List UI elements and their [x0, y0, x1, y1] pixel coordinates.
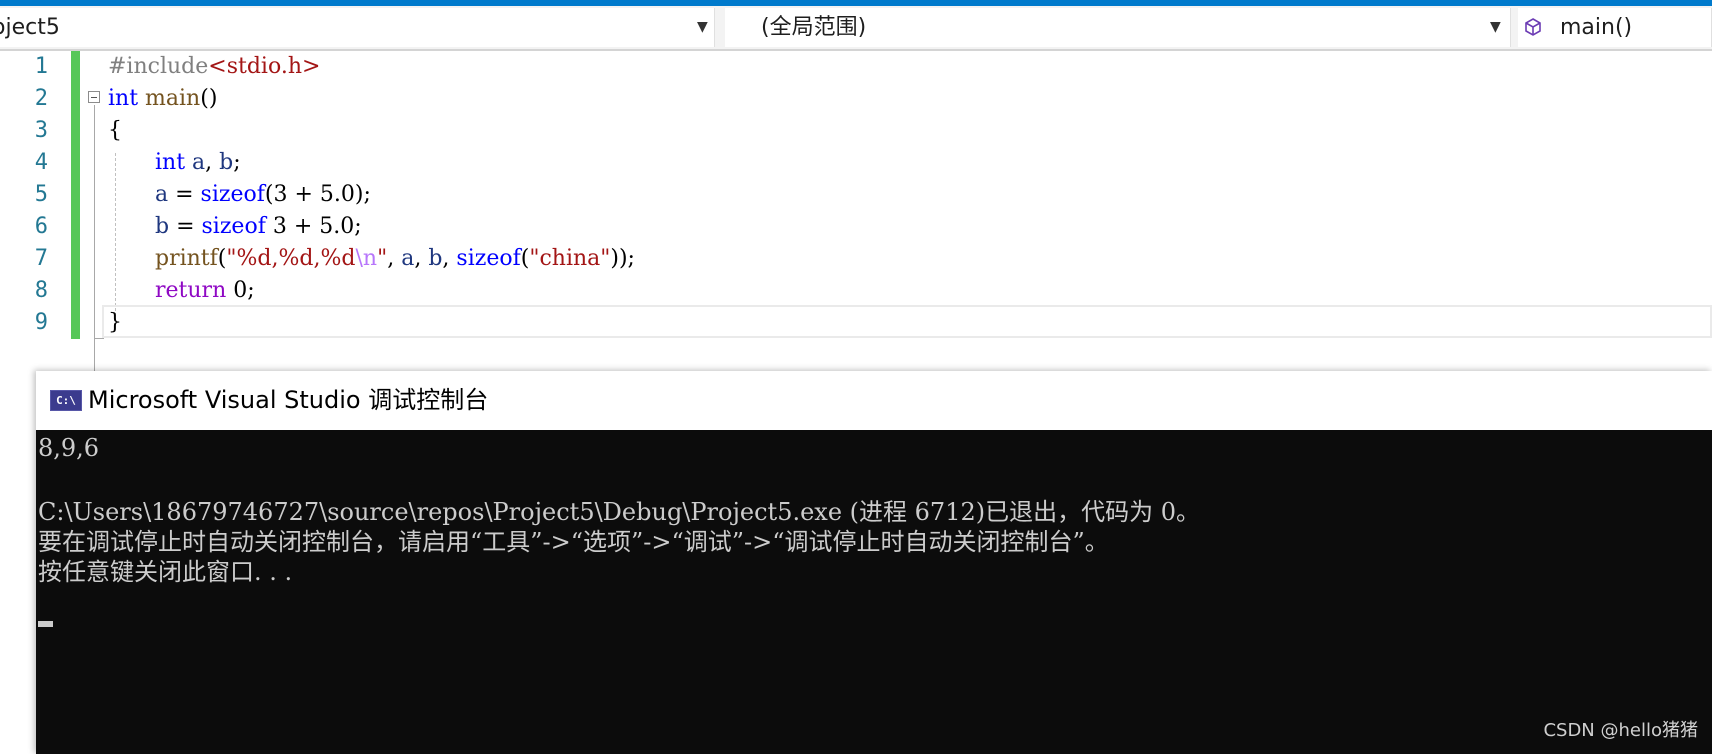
expression: 0; — [226, 278, 255, 303]
collapse-toggle-icon[interactable] — [88, 91, 100, 103]
console-titlebar[interactable]: C:\ Microsoft Visual Studio 调试控制台 — [36, 371, 1712, 430]
keyword: int — [108, 86, 139, 111]
line-number: 1 — [34, 54, 48, 79]
variable: b — [428, 246, 443, 271]
fold-guide — [94, 105, 95, 391]
string-literal: " — [377, 246, 388, 271]
console-output-line: 按任意键关闭此窗口. . . — [38, 558, 293, 586]
variable: b — [219, 150, 234, 175]
project-dropdown[interactable]: oject5 ▼ — [0, 8, 715, 47]
string-literal: "%d,%d,%d — [226, 246, 356, 271]
code-line-6[interactable]: b = sizeof 3 + 5.0; — [155, 211, 362, 243]
editor-navigation-bar: oject5 ▼ (全局范围) ▼ main() — [0, 6, 1712, 51]
brace: { — [108, 118, 122, 143]
console-output-line: 8,9,6 — [38, 434, 100, 462]
line-number: 3 — [34, 118, 48, 143]
scope-dropdown[interactable]: (全局范围) ▼ — [725, 8, 1511, 47]
watermark: CSDN @hello猪猪 — [1543, 720, 1698, 741]
punctuation: , — [387, 246, 402, 271]
code-line-2[interactable]: int main() — [108, 83, 217, 115]
line-number: 7 — [34, 246, 48, 271]
punctuation: , — [442, 246, 457, 271]
console-output-area[interactable]: 8,9,6 C:\Users\18679746727\source\repos\… — [36, 430, 1712, 754]
variable: a — [155, 182, 169, 207]
punctuation: ; — [233, 150, 241, 175]
punctuation: , — [414, 246, 429, 271]
console-app-icon: C:\ — [50, 390, 82, 411]
code-line-4[interactable]: int a, b; — [155, 147, 241, 179]
function-cube-icon — [1525, 18, 1541, 36]
line-number: 6 — [34, 214, 48, 239]
line-number: 5 — [34, 182, 48, 207]
expression: (3 + 5.0); — [264, 182, 371, 207]
line-number: 9 — [34, 310, 48, 335]
debug-console-window[interactable]: C:\ Microsoft Visual Studio 调试控制台 8,9,6 … — [36, 371, 1712, 754]
function-name: printf — [155, 246, 218, 271]
punctuation: , — [205, 150, 220, 175]
variable: a — [401, 246, 415, 271]
console-output-line: 要在调试停止时自动关闭控制台，请启用“工具”->“选项”->“调试”->“调试停… — [38, 528, 1109, 556]
brace: } — [108, 310, 122, 335]
variable: a — [192, 150, 206, 175]
console-output-line: C:\Users\18679746727\source\repos\Projec… — [38, 498, 1200, 526]
operator: = — [169, 214, 202, 239]
change-tracking-bar — [71, 51, 80, 339]
expression: 3 + 5.0; — [265, 214, 362, 239]
current-line-highlight — [102, 305, 1712, 338]
punctuation: () — [200, 86, 218, 111]
keyword: return — [155, 278, 227, 303]
preprocessor-directive: #include — [108, 54, 209, 79]
code-line-1[interactable]: #include<stdio.h> — [108, 51, 320, 83]
chevron-down-icon[interactable]: ▼ — [1490, 8, 1501, 47]
function-name: main — [138, 86, 201, 111]
console-title: Microsoft Visual Studio 调试控制台 — [88, 386, 489, 414]
code-line-9[interactable]: } — [108, 307, 122, 339]
indent-guide — [115, 153, 116, 321]
project-dropdown-value: oject5 — [0, 15, 60, 40]
keyword: int — [155, 150, 186, 175]
text-cursor — [38, 621, 53, 627]
chevron-down-icon[interactable]: ▼ — [697, 8, 708, 47]
punctuation: )); — [610, 246, 635, 271]
keyword: sizeof — [200, 182, 265, 207]
code-line-5[interactable]: a = sizeof(3 + 5.0); — [155, 179, 371, 211]
line-number: 8 — [34, 278, 48, 303]
member-dropdown[interactable]: main() — [1518, 8, 1712, 47]
line-number: 2 — [34, 86, 48, 111]
code-line-8[interactable]: return 0; — [155, 275, 255, 307]
scope-dropdown-value: (全局范围) — [761, 15, 867, 40]
fold-guide-end — [94, 338, 104, 339]
member-dropdown-value: main() — [1560, 15, 1633, 40]
code-line-7[interactable]: printf("%d,%d,%d\n", a, b, sizeof("china… — [155, 243, 635, 275]
operator: = — [168, 182, 201, 207]
code-line-3[interactable]: { — [108, 115, 122, 147]
line-number: 4 — [34, 150, 48, 175]
include-header: <stdio.h> — [208, 54, 321, 79]
variable: b — [155, 214, 170, 239]
code-editor[interactable]: 1 2 3 4 5 6 7 8 9 #include<stdio.h> int … — [0, 51, 1712, 391]
escape-sequence: \n — [355, 246, 378, 271]
keyword: sizeof — [201, 214, 266, 239]
string-literal: "china" — [529, 246, 611, 271]
keyword: sizeof — [456, 246, 521, 271]
